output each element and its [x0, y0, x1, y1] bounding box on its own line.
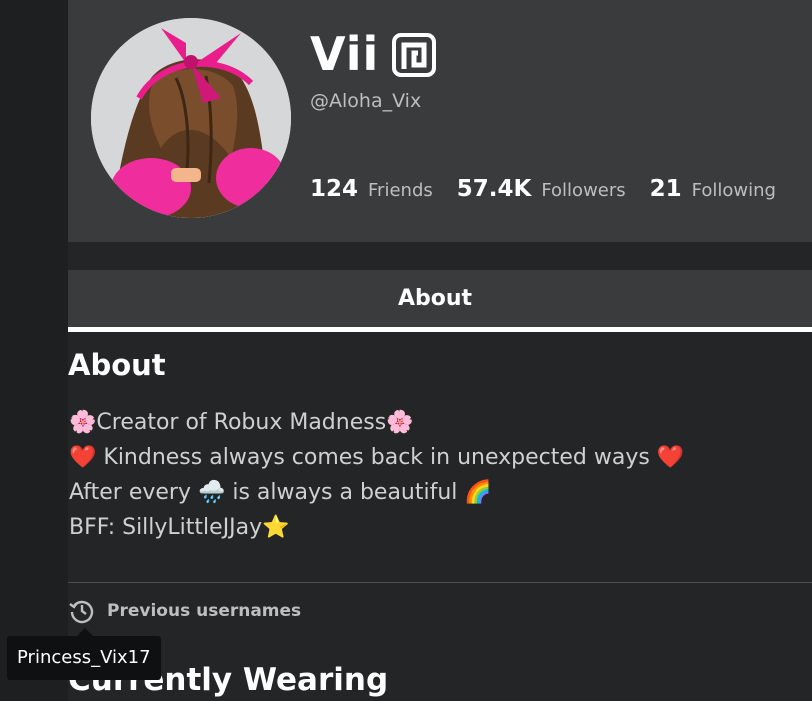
previous-usernames-label: Previous usernames: [107, 601, 302, 621]
bio-line: 🌸Creator of Robux Madness🌸: [69, 410, 414, 435]
display-name: Vii: [310, 27, 380, 81]
avatar-image: [91, 18, 291, 218]
about-bio: 🌸Creator of Robux Madness🌸 ❤️ Kindness a…: [69, 405, 809, 545]
friends-label[interactable]: Friends: [368, 180, 433, 201]
bio-line: ❤️ Kindness always comes back in unexpec…: [69, 445, 685, 470]
following-label[interactable]: Following: [692, 180, 776, 201]
tab-about-label: About: [397, 286, 473, 311]
history-clock-icon: [69, 600, 94, 624]
left-rail: [0, 0, 68, 701]
tooltip-arrow: [77, 628, 93, 636]
avatar[interactable]: [91, 18, 291, 218]
following-count[interactable]: 21: [650, 176, 682, 202]
premium-badge-icon: [392, 33, 436, 77]
friends-count[interactable]: 124: [310, 176, 358, 202]
tab-about[interactable]: About: [68, 270, 812, 332]
previous-usernames-tooltip: Princess_Vix17: [7, 636, 161, 680]
followers-count[interactable]: 57.4K: [457, 176, 532, 202]
followers-label[interactable]: Followers: [541, 180, 625, 201]
section-divider: [68, 582, 812, 583]
bio-line: After every 🌧️ is always a beautiful 🌈: [69, 480, 492, 505]
profile-stats: 124 Friends 57.4K Followers 21 Following: [310, 176, 790, 202]
about-heading: About: [68, 348, 166, 382]
username: @Aloha_Vix: [310, 90, 422, 112]
bio-line: BFF: SillyLittleJJay⭐: [69, 515, 290, 540]
previous-usernames-button[interactable]: Previous usernames: [68, 597, 301, 625]
